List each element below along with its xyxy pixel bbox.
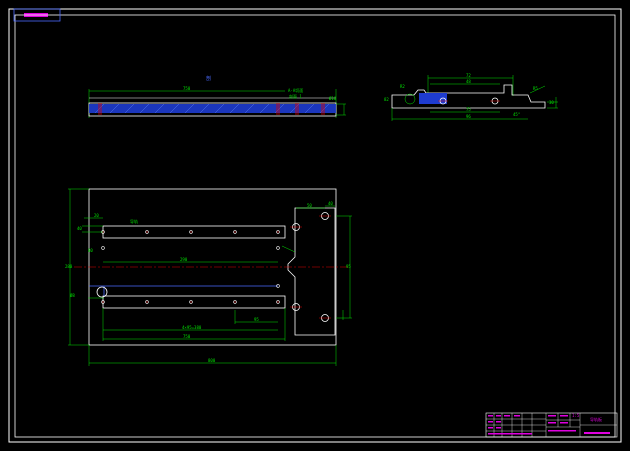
top-view-hatch-band xyxy=(89,104,336,113)
side-view-bottom-width: 96 xyxy=(466,114,471,119)
plan-view-total-length: 800 xyxy=(208,358,216,363)
title-block-drawing-name: 导轨板 xyxy=(590,416,602,422)
side-view-left-height: 82 xyxy=(384,97,389,102)
side-view-hatch-block xyxy=(419,93,447,104)
side-view-angle-left: 45° xyxy=(513,112,520,117)
side-view: 72 48 75 96 30 R5 R2 82 45° xyxy=(384,73,558,121)
plan-view-upper-rail xyxy=(102,225,286,239)
side-view-top-width: 72 xyxy=(466,73,471,78)
side-view-inner-width: 48 xyxy=(466,79,471,84)
title-block-scale: 1:5 xyxy=(572,413,580,418)
plan-view-rail-label: 导轨 xyxy=(130,218,138,224)
plan-view-right-dim-1: 50 xyxy=(307,203,312,208)
title-block: 导轨板 1:5 xyxy=(485,412,618,438)
plan-view-left-bore xyxy=(96,286,108,298)
plan-view-side-dim: 80 xyxy=(88,248,93,253)
outer-sheet-border xyxy=(8,8,622,443)
plan-view-lower-rail xyxy=(102,295,286,309)
lower-rail-hole-centers xyxy=(102,301,279,303)
plan-view-offset-1: 20 xyxy=(94,213,99,218)
plan-view-center-length: 290 xyxy=(180,257,188,262)
plan-view-overall-label: 4×95=380 xyxy=(182,325,202,330)
section-mark-label: 剖 xyxy=(206,75,211,82)
plan-view-hole-dia: Ø8 xyxy=(70,293,75,298)
side-view-right-height: 30 xyxy=(549,100,554,105)
top-view: 750 A-A切面 剖面 1 Ø10 xyxy=(88,86,346,118)
plan-view-left-height: 280 xyxy=(65,264,73,269)
side-view-mid-width: 75 xyxy=(466,107,471,112)
upper-rail-hole-centers xyxy=(102,231,279,233)
plan-view-right-height: 95 xyxy=(346,264,351,269)
top-view-thickness-label: Ø10 xyxy=(329,96,337,101)
cad-drawing-canvas: 剖 750 A-A切面 剖面 1 Ø10 72 48 75 96 30 R5 R… xyxy=(8,8,622,443)
plan-view-pitch: 95 xyxy=(254,317,259,322)
side-view-profile-outline xyxy=(391,84,546,109)
plan-view-right-dim-2: 40 xyxy=(328,201,333,206)
top-view-note-2: 剖面 1 xyxy=(289,93,302,99)
plan-view-offset-2: 40 xyxy=(77,226,82,231)
plan-view-bottom-length: 750 xyxy=(183,334,191,339)
top-view-note-1: A-A切面 xyxy=(288,87,303,93)
side-view-angle-right: R5 xyxy=(533,86,538,91)
plan-view: 280 800 750 4×95=380 95 290 导轨 20 40 95 … xyxy=(65,188,352,366)
top-view-length-label: 750 xyxy=(183,86,191,91)
side-view-left-radius: R2 xyxy=(400,84,405,89)
